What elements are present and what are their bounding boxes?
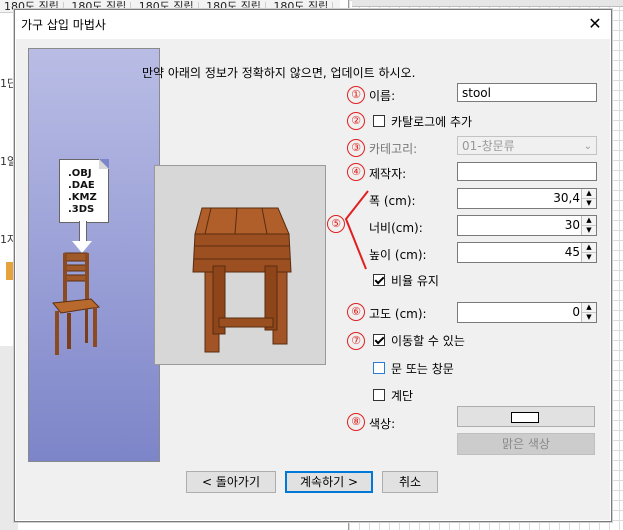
marker-8: ⑧ [347,413,365,431]
spin-down-icon[interactable]: ▼ [582,226,596,235]
dialog-content: .OBJ .DAE .KMZ .3DS 만약 아래의 정보가 정확하지 않으면, [16,39,610,520]
spin-up-icon[interactable]: ▲ [582,189,596,199]
marker-6: ⑥ [347,303,365,321]
marker-1: ① [347,86,365,104]
spin-up-icon[interactable]: ▲ [582,216,596,226]
height-value: 45 [564,245,580,259]
staircase-label: 계단 [391,389,414,403]
format-label: .KMZ [68,192,97,203]
marker-2: ② [347,112,365,130]
elevation-spin-buttons: ▲ ▼ [581,303,596,322]
name-field[interactable]: stool [457,83,597,102]
name-label: 이름: [369,89,396,103]
dialog-title: 가구 삽입 마법사 [21,18,106,32]
width-spinner[interactable]: 30,4 ▲ ▼ [457,188,597,209]
creator-label: 제작자: [369,167,407,181]
down-arrow-icon [79,221,87,241]
model-file-icon: .OBJ .DAE .KMZ .3DS [59,159,109,223]
creator-field[interactable] [457,162,597,181]
elevation-spinner[interactable]: 0 ▲ ▼ [457,302,597,323]
back-button[interactable]: < 돌아가기 [186,471,276,493]
add-to-catalog-label: 카탈로그에 추가 [391,115,473,129]
staircase-checkbox[interactable] [373,389,385,401]
movable-label: 이동할 수 있는 [391,334,465,348]
elevation-label: 고도 (cm): [369,307,427,321]
light-color-button[interactable]: 맑은 색상 [457,433,595,455]
document-fold [99,159,109,169]
spin-down-icon[interactable]: ▼ [582,313,596,322]
plan-ruler [352,0,623,7]
height-label: 높이 (cm): [369,248,427,262]
spin-down-icon[interactable]: ▼ [582,253,596,262]
depth-spin-buttons: ▲ ▼ [581,216,596,235]
stool-model-icon [192,207,292,353]
chevron-down-icon: ⌄ [583,141,592,152]
marker-3: ③ [347,139,365,157]
dialog-titlebar[interactable]: 가구 삽입 마법사 ✕ [15,10,611,39]
category-label: 카테고리: [369,142,418,156]
spin-down-icon[interactable]: ▼ [582,199,596,208]
bracket-annotation [344,190,369,270]
furniture-import-wizard-dialog: 가구 삽입 마법사 ✕ .OBJ .DAE .KMZ .3DS 만약 아래의 정… [14,9,612,522]
info-message: 만약 아래의 정보가 정확하지 않으면, 업데이트 하시오. [142,66,416,80]
close-icon[interactable]: ✕ [585,14,605,34]
cancel-button[interactable]: 취소 [382,471,438,493]
depth-value: 30 [564,218,580,232]
movable-checkbox[interactable] [373,334,385,346]
color-swatch [511,412,539,423]
height-spinner[interactable]: 45 ▲ ▼ [457,242,597,263]
elevation-value: 0 [572,305,580,319]
height-spin-buttons: ▲ ▼ [581,243,596,262]
chair-icon [52,252,101,355]
spin-up-icon[interactable]: ▲ [582,243,596,253]
door-window-label: 문 또는 창문 [391,362,454,376]
door-window-checkbox[interactable] [373,362,385,374]
format-label: .3DS [68,204,95,215]
marker-4: ④ [347,163,365,181]
width-spin-buttons: ▲ ▼ [581,189,596,208]
keep-ratio-checkbox[interactable] [373,274,385,286]
import-illustration: .OBJ .DAE .KMZ .3DS [28,48,160,462]
keep-ratio-label: 비율 유지 [391,274,439,288]
spin-up-icon[interactable]: ▲ [582,303,596,313]
width-label: 폭 (cm): [369,194,416,208]
category-select[interactable]: 01-창문류 ⌄ [457,136,597,155]
marker-7: ⑦ [347,332,365,350]
next-button[interactable]: 계속하기 > [285,471,373,493]
format-label: .DAE [68,180,95,191]
depth-label: 너비(cm): [369,221,423,235]
model-preview[interactable] [154,165,326,365]
width-value: 30,4 [553,191,580,205]
add-to-catalog-checkbox[interactable] [373,115,385,127]
color-button[interactable] [457,406,595,427]
color-label: 색상: [369,417,396,431]
format-label: .OBJ [68,168,92,179]
category-value: 01-창문류 [462,139,515,153]
depth-spinner[interactable]: 30 ▲ ▼ [457,215,597,236]
